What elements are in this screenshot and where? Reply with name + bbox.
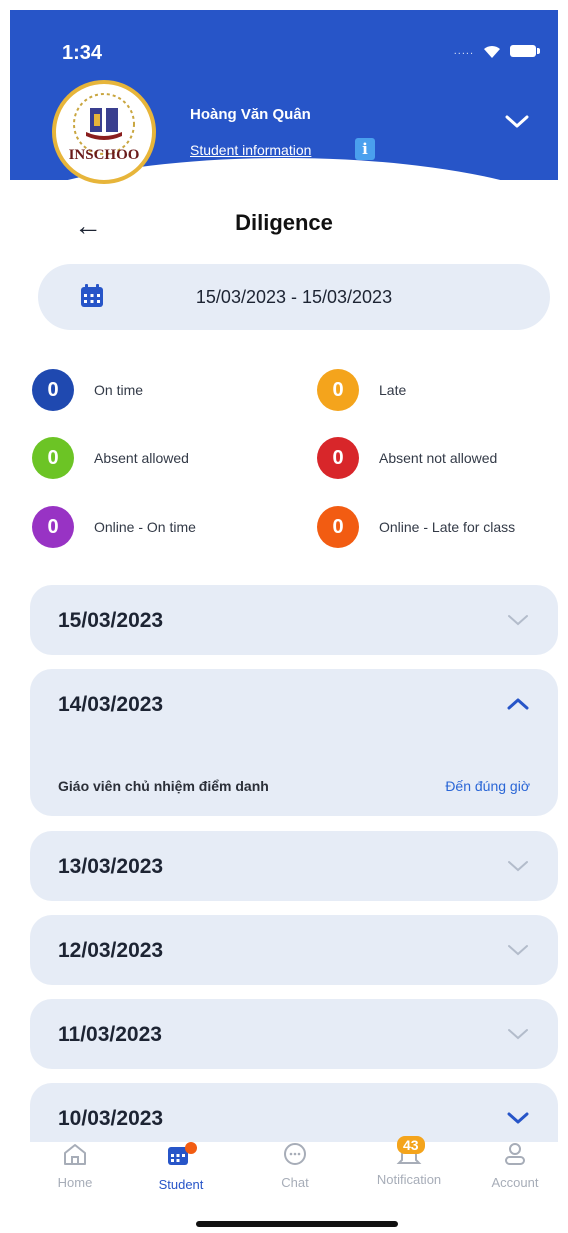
attendance-taker: Giáo viên chủ nhiệm điểm danh (58, 778, 269, 794)
stat-count: 0 (32, 506, 74, 548)
stat-label: Late (379, 382, 407, 398)
nav-home[interactable]: Home (20, 1142, 130, 1190)
student-name: Hoàng Văn Quân (190, 106, 311, 123)
notification-dot (185, 1142, 197, 1154)
home-icon (64, 1144, 86, 1165)
nav-chat[interactable]: Chat (240, 1142, 350, 1190)
bottom-navigation: Home Student Chat 43 Notification Accoun… (10, 1136, 558, 1192)
date-range-value: 15/03/2023 - 15/03/2023 (195, 286, 393, 307)
stat-absent-not-allowed: 0 Absent not allowed (317, 437, 497, 479)
chevron-down-icon[interactable] (506, 1111, 530, 1130)
nav-notification[interactable]: 43 Notification (354, 1136, 464, 1187)
nav-home-label: Home (57, 1175, 93, 1190)
logo-text: INSCHOO (68, 147, 140, 163)
chevron-down-icon[interactable] (506, 859, 530, 878)
day-date: 10/03/2023 (58, 1107, 164, 1130)
chevron-down-icon[interactable] (506, 943, 530, 962)
stat-label: Absent allowed (94, 450, 189, 466)
info-icon[interactable]: i (355, 138, 375, 160)
wifi-icon (482, 43, 502, 59)
student-information-link[interactable]: Student information (190, 142, 311, 158)
nav-account[interactable]: Account (460, 1142, 568, 1190)
chevron-down-icon[interactable] (506, 1027, 530, 1046)
stat-count: 0 (317, 506, 359, 548)
day-item[interactable]: 13/03/2023 (30, 831, 558, 901)
account-icon (505, 1143, 525, 1165)
status-time: 1:34 (62, 42, 103, 64)
chat-icon (284, 1143, 306, 1165)
stat-late: 0 Late (317, 369, 406, 411)
stat-on-time: 0 On time (32, 369, 143, 411)
page-title: Diligence (235, 210, 333, 235)
stat-label: Absent not allowed (379, 450, 498, 466)
chevron-down-icon[interactable] (506, 613, 530, 632)
day-item[interactable]: 15/03/2023 (30, 585, 558, 655)
day-item[interactable]: 11/03/2023 (30, 999, 558, 1069)
nav-notification-label: Notification (376, 1172, 442, 1187)
day-date: 15/03/2023 (58, 609, 164, 632)
day-date: 14/03/2023 (58, 693, 164, 716)
day-date: 12/03/2023 (58, 939, 164, 962)
stat-online-late: 0 Online - Late for class (317, 506, 515, 548)
nav-student[interactable]: Student (126, 1142, 236, 1192)
day-item-expanded[interactable]: 14/03/2023 Giáo viên chủ nhiệm điểm danh… (30, 669, 558, 816)
stat-online-on-time: 0 Online - On time (32, 506, 196, 548)
notification-badge: 43 (397, 1136, 425, 1154)
status-icons: ..... (453, 43, 540, 59)
stat-count: 0 (317, 437, 359, 479)
stat-label: Online - On time (94, 519, 196, 535)
calendar-icon (168, 1142, 197, 1165)
stat-absent-allowed: 0 Absent allowed (32, 437, 189, 479)
nav-account-label: Account (491, 1175, 539, 1190)
stat-count: 0 (32, 369, 74, 411)
nav-chat-label: Chat (281, 1175, 309, 1190)
day-item[interactable]: 10/03/2023 (30, 1083, 558, 1142)
signal-icon: ..... (453, 45, 474, 57)
chevron-down-icon[interactable] (504, 114, 530, 135)
attendance-status: Đến đúng giờ (445, 778, 530, 794)
school-logo: INSCHOO (52, 80, 156, 184)
book-emblem-icon (73, 93, 135, 155)
day-date: 13/03/2023 (58, 855, 164, 878)
nav-student-label: Student (158, 1177, 204, 1192)
date-range-picker[interactable]: 15/03/2023 - 15/03/2023 (38, 264, 550, 330)
stat-count: 0 (317, 369, 359, 411)
home-indicator (196, 1221, 398, 1227)
day-date: 11/03/2023 (58, 1023, 162, 1046)
chevron-up-icon[interactable] (506, 697, 530, 716)
day-item[interactable]: 12/03/2023 (30, 915, 558, 985)
battery-icon (510, 45, 540, 57)
stat-count: 0 (32, 437, 74, 479)
stat-label: Online - Late for class (379, 519, 516, 535)
stat-label: On time (94, 382, 144, 398)
